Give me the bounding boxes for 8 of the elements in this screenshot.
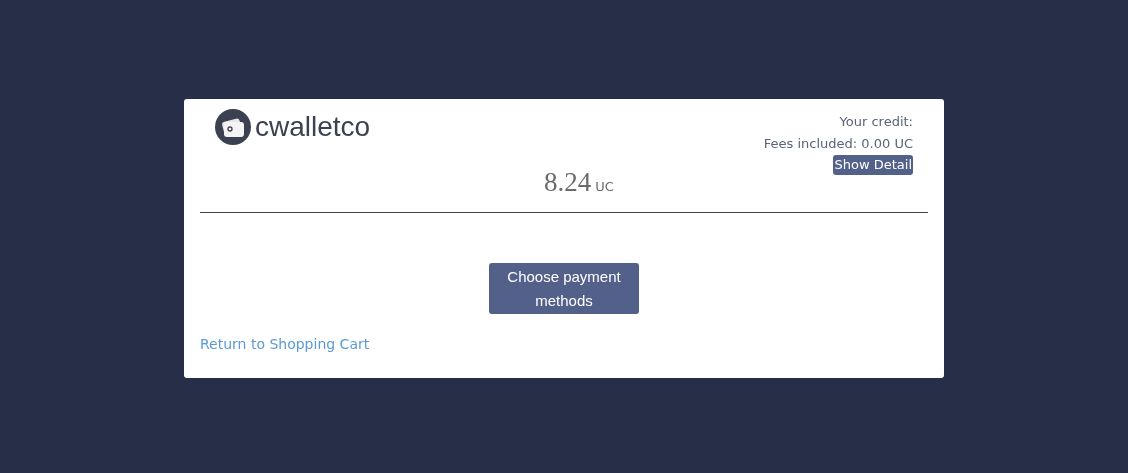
logo-wordmark: cwalletco <box>255 111 371 143</box>
show-detail-button[interactable]: Show Detail <box>833 155 913 175</box>
credit-amount: 8.24 <box>544 167 592 198</box>
currency-unit: UC <box>595 179 614 194</box>
credit-label: Your credit: <box>839 113 913 131</box>
wallet-logo-icon <box>215 109 251 145</box>
choose-payment-button[interactable]: Choose payment methods <box>489 263 639 314</box>
fees-text: Fees included: 0.00 UC <box>763 135 913 153</box>
